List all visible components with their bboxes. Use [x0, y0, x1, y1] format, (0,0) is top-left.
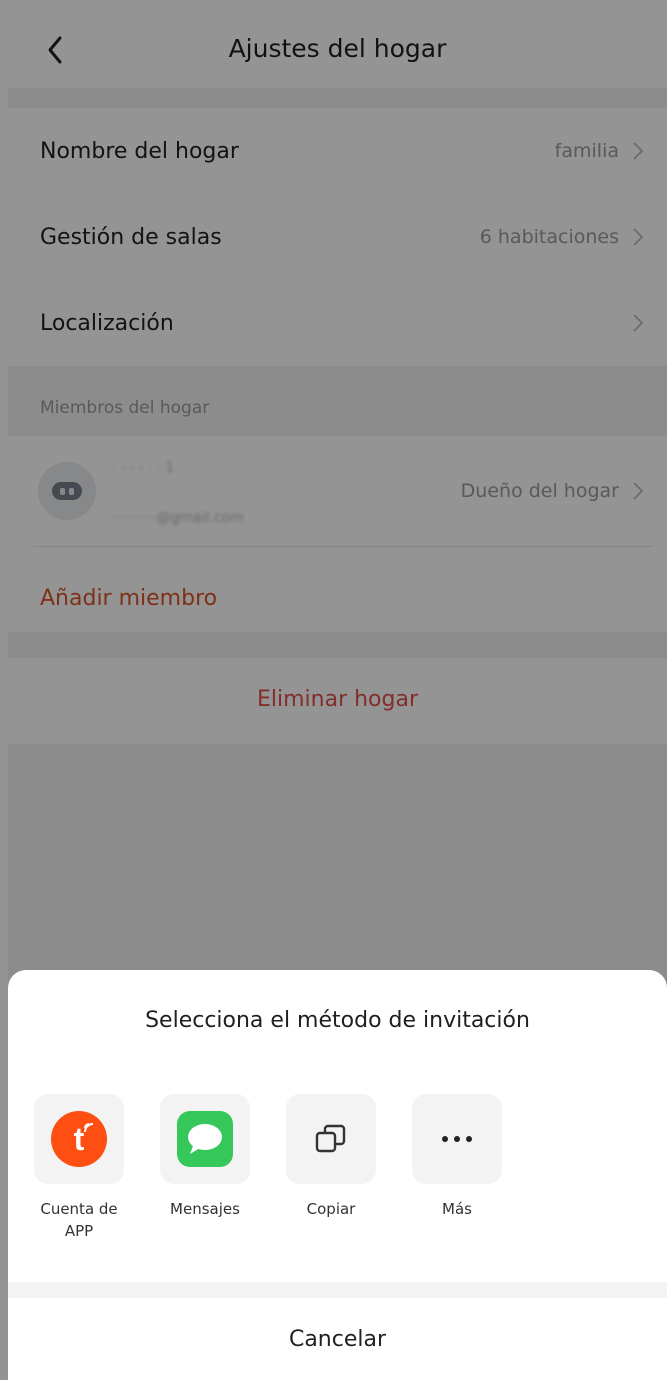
copy-icon: [315, 1124, 346, 1153]
option-tile[interactable]: [412, 1094, 502, 1184]
option-label: Mensajes: [170, 1200, 240, 1218]
option-label: Copiar: [306, 1200, 356, 1218]
sheet-title: Selecciona el método de invitación: [145, 1008, 530, 1033]
invite-option-copy[interactable]: Copiar: [286, 1094, 376, 1220]
invite-option-app-account[interactable]: t Cuenta de APP: [34, 1094, 124, 1242]
messages-icon: [177, 1111, 233, 1167]
option-tile[interactable]: [286, 1094, 376, 1184]
speech-bubble-icon: [188, 1124, 222, 1154]
tuya-app-icon: t: [51, 1111, 107, 1167]
option-label: Cuenta de APP: [40, 1200, 118, 1240]
invite-option-more[interactable]: Más: [412, 1094, 502, 1220]
option-tile[interactable]: [160, 1094, 250, 1184]
sheet-separator: [8, 1282, 667, 1298]
signal-waves-icon: [84, 1123, 94, 1133]
option-label: Más: [442, 1200, 472, 1218]
more-dots-icon: [442, 1136, 472, 1142]
option-tile[interactable]: t: [34, 1094, 124, 1184]
invite-option-messages[interactable]: Mensajes: [160, 1094, 250, 1220]
cancel-button[interactable]: Cancelar: [8, 1298, 667, 1380]
invite-method-sheet: Selecciona el método de invitación t Cue…: [8, 970, 667, 1380]
